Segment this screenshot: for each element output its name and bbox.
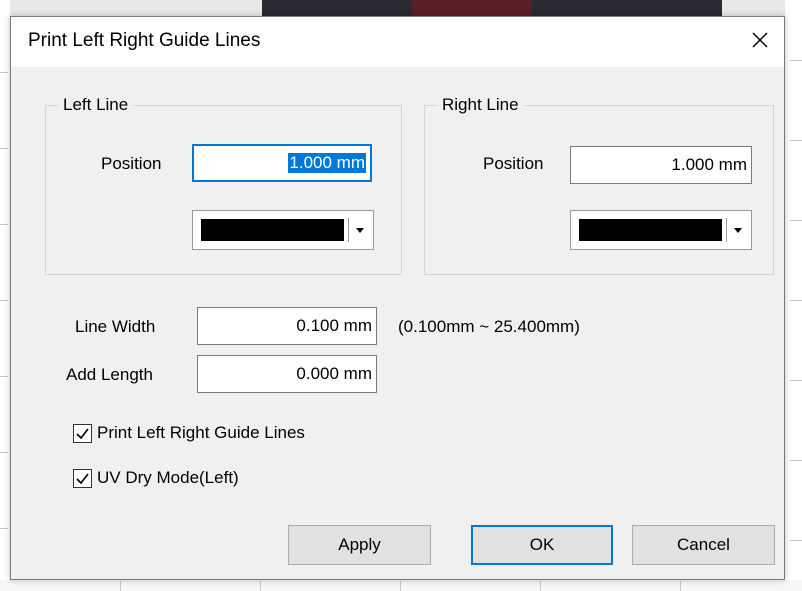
guide-lines-dialog: Print Left Right Guide Lines Left Line P… (10, 16, 785, 580)
right-color-dropdown[interactable] (570, 210, 752, 250)
right-line-group: Right Line Position 1.000 mm (424, 95, 774, 275)
add-length-input[interactable]: 0.000 mm (197, 355, 377, 393)
ruler-tick (0, 148, 8, 149)
chevron-down-icon (734, 228, 742, 233)
ruler-tick (0, 300, 8, 301)
cancel-button[interactable]: Cancel (632, 525, 775, 565)
ruler-tick (120, 581, 121, 591)
left-line-group-title: Left Line (58, 95, 134, 115)
add-length-value: 0.000 mm (296, 364, 372, 383)
ruler-tick (790, 460, 802, 461)
print-guide-lines-label[interactable]: Print Left Right Guide Lines (97, 423, 305, 443)
dropdown-separator (348, 218, 349, 242)
ruler-tick (790, 140, 802, 141)
left-position-label: Position (101, 154, 162, 173)
ruler-tick (0, 72, 8, 73)
background-canvas-left (0, 0, 10, 591)
uv-dry-mode-label[interactable]: UV Dry Mode(Left) (97, 468, 239, 488)
dialog-title: Print Left Right Guide Lines (28, 30, 261, 51)
ruler-tick (400, 581, 401, 591)
background-image (262, 0, 722, 16)
left-color-dropdown[interactable] (192, 210, 374, 250)
left-position-input[interactable]: 1.000 mm (192, 144, 372, 182)
line-width-input[interactable]: 0.100 mm (197, 307, 377, 345)
left-line-group: Left Line Position 1.000 mm (45, 95, 402, 275)
dialog-titlebar: Print Left Right Guide Lines (11, 17, 784, 67)
right-position-input[interactable]: 1.000 mm (570, 146, 752, 184)
right-position-label: Position (483, 154, 544, 173)
line-width-label: Line Width (75, 317, 156, 336)
print-guide-lines-checkbox[interactable] (73, 424, 92, 443)
close-button[interactable] (736, 17, 784, 63)
checkmark-icon (76, 428, 89, 440)
right-position-value: 1.000 mm (671, 155, 747, 174)
add-length-label: Add Length (66, 365, 153, 384)
ruler-tick (790, 220, 802, 221)
ruler-tick (790, 300, 802, 301)
ruler-tick (790, 60, 802, 61)
ruler-tick (0, 452, 8, 453)
ruler-tick (0, 528, 8, 529)
left-color-swatch (201, 219, 344, 241)
left-position-value: 1.000 mm (288, 153, 366, 173)
screen: Print Left Right Guide Lines Left Line P… (0, 0, 802, 591)
line-width-range-hint: (0.100mm ~ 25.400mm) (398, 317, 580, 336)
ruler-tick (0, 224, 8, 225)
apply-button[interactable]: Apply (288, 525, 431, 565)
ruler-tick (0, 376, 8, 377)
chevron-down-icon (356, 228, 364, 233)
uv-dry-mode-checkbox[interactable] (73, 469, 92, 488)
checkmark-icon (76, 473, 89, 485)
dropdown-separator (726, 218, 727, 242)
right-line-group-title: Right Line (437, 95, 524, 115)
ruler-tick (790, 540, 802, 541)
close-icon (752, 32, 768, 48)
right-color-swatch (579, 219, 722, 241)
ruler-tick (540, 581, 541, 591)
ruler-tick (680, 581, 681, 591)
ruler-tick (260, 581, 261, 591)
ruler-tick (790, 380, 802, 381)
line-width-value: 0.100 mm (296, 316, 372, 335)
ok-button[interactable]: OK (471, 525, 613, 565)
background-canvas-right (785, 0, 802, 591)
